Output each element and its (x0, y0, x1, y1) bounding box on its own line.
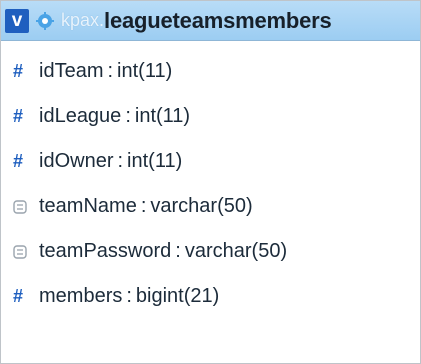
column-name: idTeam (39, 60, 104, 82)
colon-separator: : (175, 240, 181, 262)
column-type: int(11) (127, 150, 183, 172)
colon-separator: : (107, 60, 114, 82)
column-row[interactable]: # members : bigint(21) (1, 274, 420, 319)
column-row[interactable]: # idLeague : int(11) (1, 94, 420, 139)
column-name: idLeague (39, 105, 122, 127)
database-name[interactable]: kpax (61, 10, 99, 31)
table-card[interactable]: v kpax . leagueteamsmembers # idTeam : i… (0, 0, 421, 364)
column-name: teamName (39, 195, 137, 217)
column-type: varchar(50) (150, 195, 253, 217)
colon-separator: : (117, 150, 124, 172)
column-type: int(11) (134, 105, 191, 127)
gear-icon[interactable] (35, 11, 55, 31)
text-field-icon (13, 244, 39, 259)
hash-icon: # (13, 106, 24, 126)
column-name: teamPassword (39, 240, 172, 262)
table-name[interactable]: leagueteamsmembers (104, 8, 332, 34)
table-header[interactable]: v kpax . leagueteamsmembers (1, 1, 420, 41)
view-toggle-button[interactable]: v (5, 8, 29, 33)
column-type: varchar(50) (184, 240, 288, 262)
column-name: members (39, 285, 123, 307)
column-row[interactable]: teamPassword : varchar(50) (1, 229, 420, 274)
colon-separator: : (125, 105, 131, 127)
text-field-icon (13, 199, 39, 214)
hash-icon: # (13, 61, 24, 81)
column-row[interactable]: # idOwner : int(11) (1, 139, 420, 184)
column-type: int(11) (117, 60, 173, 82)
colon-separator: : (126, 285, 132, 307)
column-list: # idTeam : int(11) # idLeague : int(11) … (1, 41, 420, 319)
column-row[interactable]: teamName : varchar(50) (1, 184, 420, 229)
column-name: idOwner (39, 150, 114, 172)
colon-separator: : (140, 195, 147, 217)
column-type: bigint(21) (135, 285, 220, 307)
hash-icon: # (13, 286, 24, 306)
hash-icon: # (13, 151, 24, 171)
column-row[interactable]: # idTeam : int(11) (1, 49, 420, 94)
